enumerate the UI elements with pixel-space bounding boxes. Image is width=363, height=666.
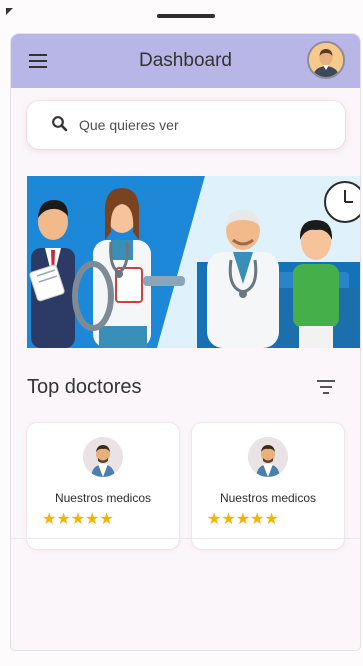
doctors-illustration — [27, 176, 360, 348]
doctor-card[interactable]: Nuestros medicos ★★★★★ — [27, 423, 179, 549]
doctor-avatar — [248, 437, 288, 477]
app-bar: Dashboard — [11, 34, 360, 88]
user-avatar[interactable] — [307, 41, 345, 79]
top-notch — [157, 14, 215, 18]
app-screen: Dashboard Que quieres ver Top doctores N… — [11, 34, 360, 650]
rating-stars: ★★★★★ — [42, 511, 114, 528]
search-bar[interactable] — [27, 101, 345, 149]
filter-icon[interactable] — [317, 380, 335, 394]
doctor-icon — [248, 437, 288, 477]
doctor-card[interactable]: Nuestros medicos ★★★★★ — [192, 423, 344, 549]
section-title: Top doctores — [27, 376, 142, 398]
divider — [11, 538, 360, 539]
doctor-name: Nuestros medicos — [54, 491, 152, 505]
doctors-banner — [27, 176, 360, 348]
avatar-illustration — [309, 43, 343, 77]
search-icon — [52, 116, 68, 132]
search-input[interactable] — [79, 113, 329, 137]
doctor-avatar — [83, 437, 123, 477]
doctor-name: Nuestros medicos — [219, 491, 317, 505]
device-frame: Dashboard Que quieres ver Top doctores N… — [0, 0, 363, 666]
rating-stars: ★★★★★ — [207, 511, 279, 528]
doctor-icon — [83, 437, 123, 477]
corner-marker — [6, 8, 13, 15]
